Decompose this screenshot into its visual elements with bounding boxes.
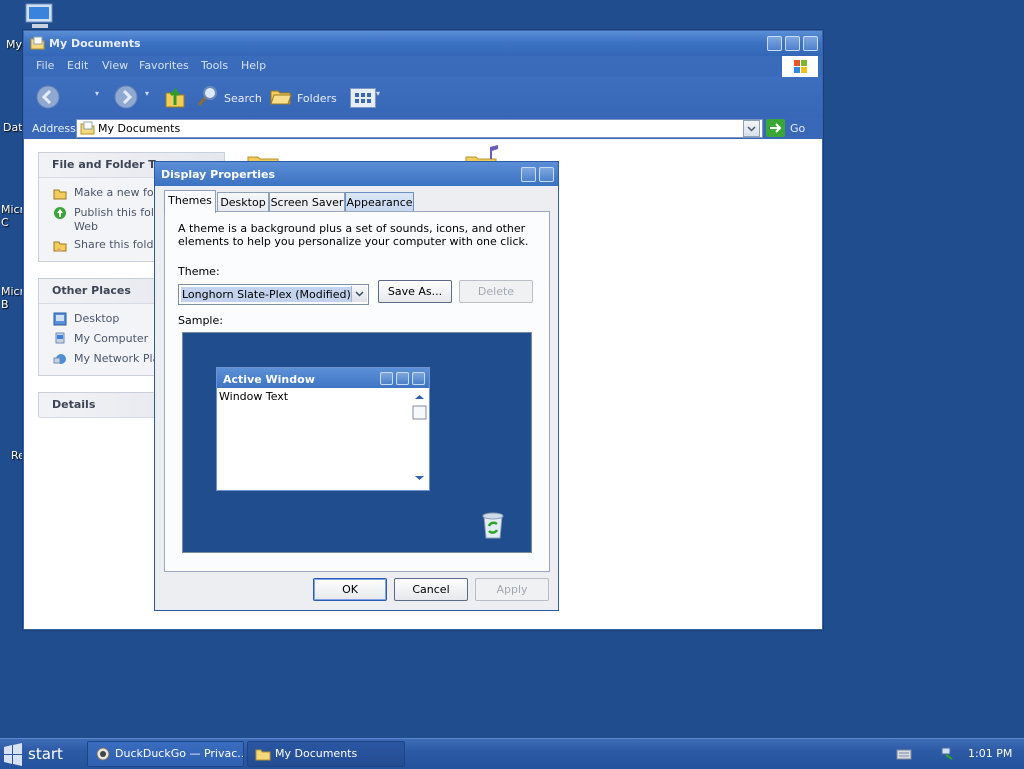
sample-scrollbar	[412, 390, 427, 486]
dialog-titlebar[interactable]: Display Properties	[155, 162, 558, 186]
theme-select-arrow[interactable]	[351, 286, 367, 302]
maximize-button[interactable]	[785, 36, 800, 51]
explorer-title: My Documents	[49, 37, 141, 50]
my-documents-small-icon	[80, 121, 95, 135]
menu-view[interactable]: View	[102, 59, 128, 72]
start-button[interactable]: start	[0, 739, 78, 769]
close-button[interactable]	[803, 36, 818, 51]
address-bar: Address My Documents Go	[24, 117, 822, 139]
address-dropdown-button[interactable]	[743, 120, 760, 137]
forward-icon[interactable]	[114, 85, 138, 109]
desktop-icon-label-documents[interactable]: Dat	[3, 121, 23, 134]
theme-sample-preview: Active Window Window Text	[182, 332, 532, 553]
menu-tools[interactable]: Tools	[201, 59, 228, 72]
theme-select-value: Longhorn Slate-Plex (Modified)	[181, 287, 351, 302]
share-folder-icon	[53, 241, 67, 252]
go-arrow-icon	[766, 119, 785, 137]
minimize-button[interactable]	[767, 36, 782, 51]
start-label: start	[28, 745, 63, 763]
browser-icon	[96, 747, 110, 761]
clock[interactable]: 1:01 PM	[968, 747, 1012, 760]
taskbar-item-duckduckgo[interactable]: DuckDuckGo — Privac...	[87, 741, 244, 767]
forward-dropdown-icon[interactable]: ▾	[145, 89, 149, 98]
computer-icon	[55, 332, 65, 344]
tab-themes[interactable]: Themes	[164, 190, 216, 213]
theme-select[interactable]: Longhorn Slate-Plex (Modified)	[178, 284, 369, 305]
cancel-button[interactable]: Cancel	[394, 578, 468, 601]
address-field[interactable]: My Documents	[76, 119, 763, 138]
taskbar: start DuckDuckGo — Privac... My Document…	[0, 738, 1024, 769]
menu-favorites[interactable]: Favorites	[139, 59, 189, 72]
sample-maximize-icon	[396, 372, 409, 385]
back-icon[interactable]	[36, 85, 60, 109]
sample-minimize-icon	[380, 372, 393, 385]
apply-button[interactable]: Apply	[475, 578, 549, 601]
new-folder-icon	[53, 189, 67, 200]
chevron-down-icon	[355, 291, 364, 297]
my-computer-icon	[25, 3, 53, 28]
task-make-new-folder[interactable]: Make a new fold	[53, 186, 164, 200]
delete-button[interactable]: Delete	[459, 280, 533, 303]
explorer-toolbar: ▾ ▾ Search Folders ▾	[24, 77, 822, 117]
dialog-help-button[interactable]	[521, 167, 536, 182]
my-documents-task-icon	[255, 749, 271, 761]
network-icon	[53, 354, 66, 364]
theme-label: Theme:	[178, 265, 220, 278]
address-label: Address	[32, 122, 76, 135]
publish-globe-icon	[54, 207, 66, 219]
system-tray: 1:01 PM	[874, 739, 1024, 769]
chevron-down-icon	[747, 126, 756, 132]
place-my-computer[interactable]: My Computer	[53, 332, 148, 346]
recycle-bin-icon	[482, 512, 504, 539]
sample-window-titlebar: Active Window	[217, 368, 429, 388]
menu-bar: File Edit View Favorites Tools Help	[24, 56, 822, 77]
tab-appearance[interactable]: Appearance	[345, 192, 414, 212]
tab-desktop[interactable]: Desktop	[217, 192, 269, 212]
dialog-close-button[interactable]	[539, 167, 554, 182]
menu-edit[interactable]: Edit	[67, 59, 88, 72]
windows-logo	[782, 56, 818, 77]
up-folder-icon[interactable]	[164, 85, 186, 109]
themes-description: A theme is a background plus a set of so…	[178, 222, 529, 248]
views-dropdown-icon[interactable]: ▾	[376, 89, 380, 98]
task-share-folder[interactable]: Share this folder	[53, 238, 165, 252]
desktop-icon	[53, 312, 67, 326]
place-desktop[interactable]: Desktop	[53, 312, 119, 326]
tab-screen-saver[interactable]: Screen Saver	[269, 192, 345, 212]
menu-file[interactable]: File	[36, 59, 54, 72]
sample-label: Sample:	[178, 314, 223, 327]
network-connection-icon[interactable]	[940, 745, 956, 761]
task-publish-folder-web[interactable]: Web	[74, 220, 98, 233]
sample-close-icon	[412, 372, 425, 385]
display-properties-dialog: Display Properties Themes Desktop Screen…	[154, 161, 559, 611]
windows-flag-icon	[4, 743, 22, 766]
save-as-button[interactable]: Save As...	[378, 280, 452, 303]
address-value: My Documents	[98, 122, 181, 135]
back-dropdown-icon[interactable]: ▾	[95, 89, 99, 98]
sample-active-window: Active Window Window Text	[216, 367, 430, 491]
explorer-titlebar[interactable]: My Documents	[24, 31, 822, 56]
folders-icon	[270, 90, 292, 105]
menu-help[interactable]: Help	[241, 59, 266, 72]
ok-button[interactable]: OK	[313, 578, 387, 601]
themes-tab-page: A theme is a background plus a set of so…	[164, 211, 550, 572]
dialog-title: Display Properties	[161, 168, 276, 181]
keyboard-icon[interactable]	[896, 748, 912, 761]
taskbar-item-my-documents[interactable]: My Documents	[247, 741, 405, 767]
search-icon	[197, 86, 217, 106]
task-publish-folder[interactable]: Publish this folde	[53, 206, 168, 220]
sample-window-text: Window Text	[219, 390, 289, 403]
place-my-network[interactable]: My Network Plac	[53, 352, 165, 366]
views-icon	[355, 93, 371, 103]
views-button[interactable]	[350, 88, 376, 108]
my-documents-icon	[30, 36, 45, 50]
